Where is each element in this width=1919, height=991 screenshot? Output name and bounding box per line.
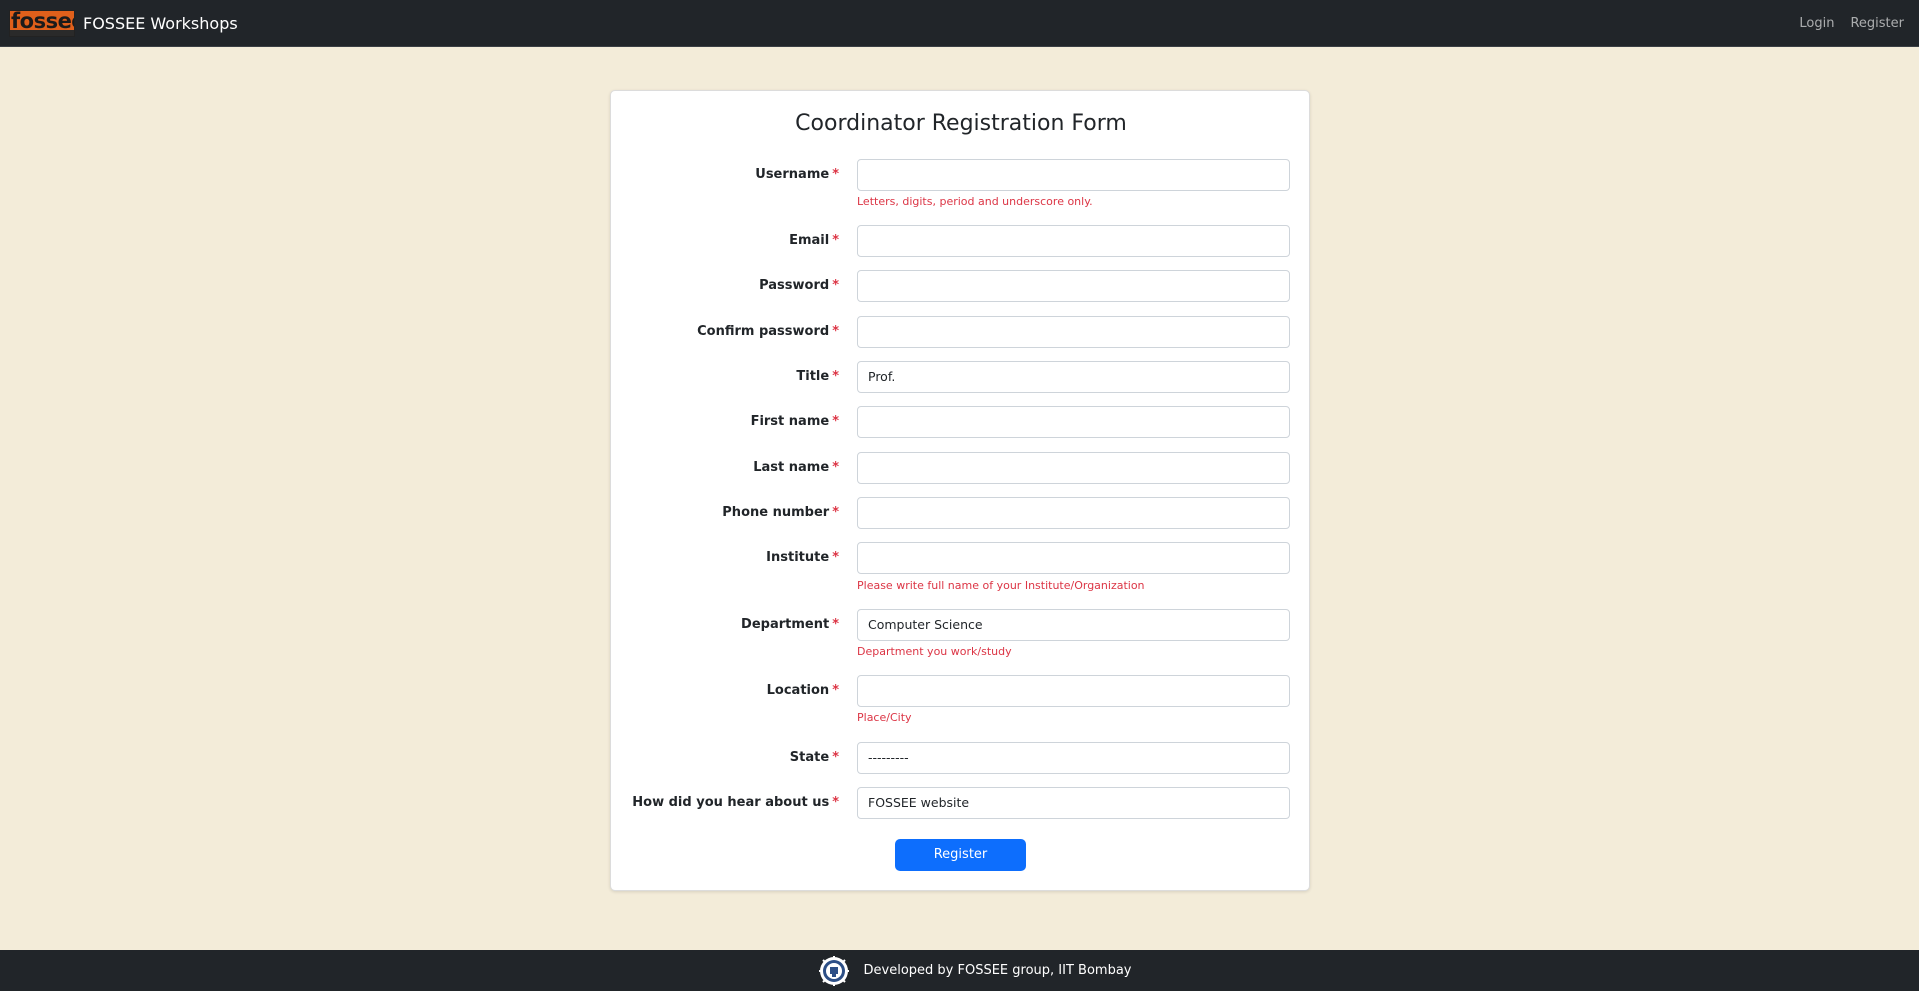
- last-name-label: Last name *: [753, 460, 839, 475]
- department-row: Department * Computer Science: [611, 609, 1311, 641]
- brand-link[interactable]: fossee FOSSEE Workshops: [9, 9, 238, 37]
- first-name-input[interactable]: [857, 406, 1290, 438]
- form-title: Coordinator Registration Form: [795, 111, 1127, 136]
- email-input[interactable]: [857, 225, 1290, 257]
- first-name-label: First name *: [750, 414, 839, 429]
- state-select[interactable]: ---------: [857, 742, 1290, 774]
- password-label: Password *: [759, 278, 839, 293]
- source-row: How did you hear about us * FOSSEE websit…: [611, 787, 1311, 819]
- required-marker: *: [832, 617, 839, 632]
- department-label: Department *: [741, 617, 839, 632]
- username-row: Username *: [611, 159, 1311, 191]
- brand-name: FOSSEE Workshops: [83, 13, 238, 33]
- email-row: Email *: [611, 225, 1311, 257]
- institute-row: Institute *: [611, 542, 1311, 574]
- required-marker: *: [832, 505, 839, 520]
- department-help: Department you work/study: [857, 645, 1012, 658]
- username-label: Username *: [755, 167, 839, 182]
- footer-text: Developed by FOSSEE group, IIT Bombay: [863, 963, 1132, 978]
- location-row: Location *: [611, 675, 1311, 707]
- source-select[interactable]: FOSSEE website: [857, 787, 1290, 819]
- title-select[interactable]: Prof.: [857, 361, 1290, 393]
- login-link[interactable]: Login: [1799, 16, 1834, 31]
- register-button[interactable]: Register: [895, 839, 1026, 871]
- institute-input[interactable]: [857, 542, 1290, 574]
- confirm-password-row: Confirm password *: [611, 316, 1311, 348]
- source-label: How did you hear about us *: [632, 795, 839, 810]
- confirm-password-label: Confirm password *: [697, 324, 839, 339]
- location-label: Location *: [766, 683, 839, 698]
- location-help: Place/City: [857, 711, 912, 724]
- required-marker: *: [832, 750, 839, 765]
- phone-label: Phone number *: [722, 505, 839, 520]
- email-label: Email *: [789, 233, 839, 248]
- nav-links: Login Register: [1799, 0, 1904, 47]
- registration-card: Coordinator Registration Form Username * …: [610, 90, 1310, 891]
- logo-bar: [10, 29, 74, 36]
- required-marker: *: [832, 324, 839, 339]
- location-input[interactable]: [857, 675, 1290, 707]
- iit-bombay-emblem-icon: [818, 955, 849, 986]
- required-marker: *: [832, 460, 839, 475]
- state-row: State * ---------: [611, 742, 1311, 774]
- first-name-row: First name *: [611, 406, 1311, 438]
- confirm-password-input[interactable]: [857, 316, 1290, 348]
- top-navbar: fossee FOSSEE Workshops Login Register: [0, 0, 1919, 47]
- title-label: Title *: [796, 369, 839, 384]
- password-row: Password *: [611, 270, 1311, 302]
- required-marker: *: [832, 683, 839, 698]
- username-input[interactable]: [857, 159, 1290, 191]
- required-marker: *: [832, 167, 839, 182]
- state-label: State *: [789, 750, 839, 765]
- last-name-input[interactable]: [857, 452, 1290, 484]
- required-marker: *: [832, 233, 839, 248]
- required-marker: *: [832, 414, 839, 429]
- last-name-row: Last name *: [611, 452, 1311, 484]
- required-marker: *: [832, 369, 839, 384]
- required-marker: *: [832, 795, 839, 810]
- institute-help: Please write full name of your Institute…: [857, 579, 1145, 592]
- username-help: Letters, digits, period and underscore o…: [857, 195, 1093, 208]
- required-marker: *: [832, 550, 839, 565]
- password-input[interactable]: [857, 270, 1290, 302]
- required-marker: *: [832, 278, 839, 293]
- phone-row: Phone number *: [611, 497, 1311, 529]
- department-select[interactable]: Computer Science: [857, 609, 1290, 641]
- footer: Developed by FOSSEE group, IIT Bombay: [0, 950, 1919, 991]
- register-link[interactable]: Register: [1850, 16, 1904, 31]
- title-row: Title * Prof.: [611, 361, 1311, 393]
- institute-label: Institute *: [766, 550, 839, 565]
- phone-input[interactable]: [857, 497, 1290, 529]
- fossee-logo: fossee: [9, 9, 75, 37]
